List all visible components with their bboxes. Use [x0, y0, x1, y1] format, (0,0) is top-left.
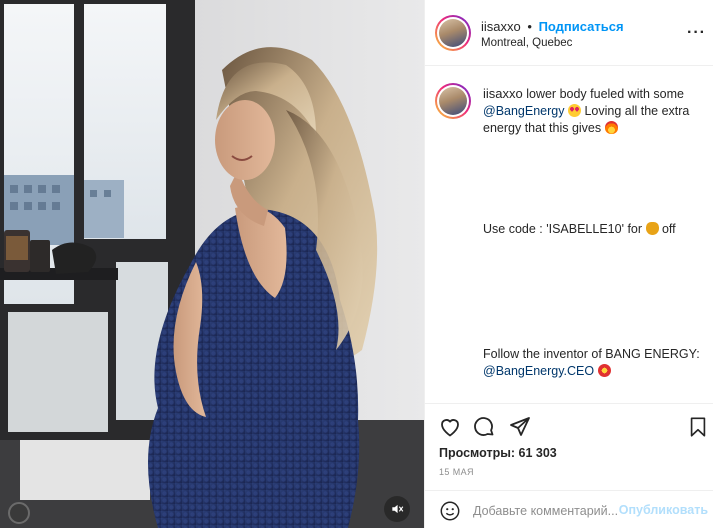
comment-input[interactable]: [473, 501, 623, 521]
caption-username[interactable]: iisaxxo: [483, 86, 523, 101]
more-options-icon[interactable]: ···: [687, 24, 706, 42]
tagged-user-icon[interactable]: [8, 502, 30, 524]
post-header: iisaxxo • Подписаться Montreal, Quebec ·…: [425, 0, 713, 66]
comments-area[interactable]: iisaxxo lower body fueled with some @Ban…: [425, 67, 713, 403]
separator-dot: •: [527, 19, 532, 34]
post-caption: iisaxxo lower body fueled with some @Ban…: [483, 85, 707, 380]
author-username[interactable]: iisaxxo: [481, 19, 521, 34]
mute-button[interactable]: [384, 496, 410, 522]
collision-emoji-icon: [597, 364, 611, 377]
bookmark-icon[interactable]: [685, 414, 711, 440]
views-count[interactable]: Просмотры: 61 303: [439, 446, 557, 460]
comment-icon[interactable]: [471, 414, 497, 440]
mention-link-ceo[interactable]: @BangEnergy.CEO: [483, 364, 594, 378]
author-line: iisaxxo • Подписаться: [481, 19, 624, 34]
post-photo: [0, 0, 424, 528]
author-avatar[interactable]: [435, 15, 471, 51]
caption-avatar[interactable]: [435, 83, 471, 119]
location-link[interactable]: Montreal, Quebec: [481, 37, 572, 49]
promo-code-after: off: [658, 222, 676, 236]
post-actions: Просмотры: 61 303 15 МАЯ Опубликовать: [425, 403, 713, 528]
post-side-panel: iisaxxo • Подписаться Montreal, Quebec ·…: [424, 0, 713, 528]
publish-button[interactable]: Опубликовать: [619, 503, 708, 517]
promo-code-text: Use code : 'ISABELLE10' for: [483, 222, 646, 236]
post-media[interactable]: [0, 0, 424, 528]
money-bag-emoji-icon: [645, 222, 659, 235]
emoji-picker-icon[interactable]: [439, 500, 461, 522]
fire-emoji-icon: [604, 121, 618, 134]
volume-muted-icon: [392, 504, 404, 514]
heart-eyes-emoji-icon: [567, 104, 581, 117]
share-icon[interactable]: [507, 414, 533, 440]
post-date[interactable]: 15 МАЯ: [439, 467, 474, 477]
follow-inventor-text: Follow the inventor of BANG ENERGY:: [483, 347, 700, 361]
heart-icon[interactable]: [437, 414, 463, 440]
add-comment-bar: Опубликовать: [425, 490, 713, 528]
caption-text-1: lower body fueled with some: [522, 87, 684, 101]
mention-link[interactable]: @BangEnergy: [483, 104, 565, 118]
follow-button[interactable]: Подписаться: [539, 19, 624, 34]
